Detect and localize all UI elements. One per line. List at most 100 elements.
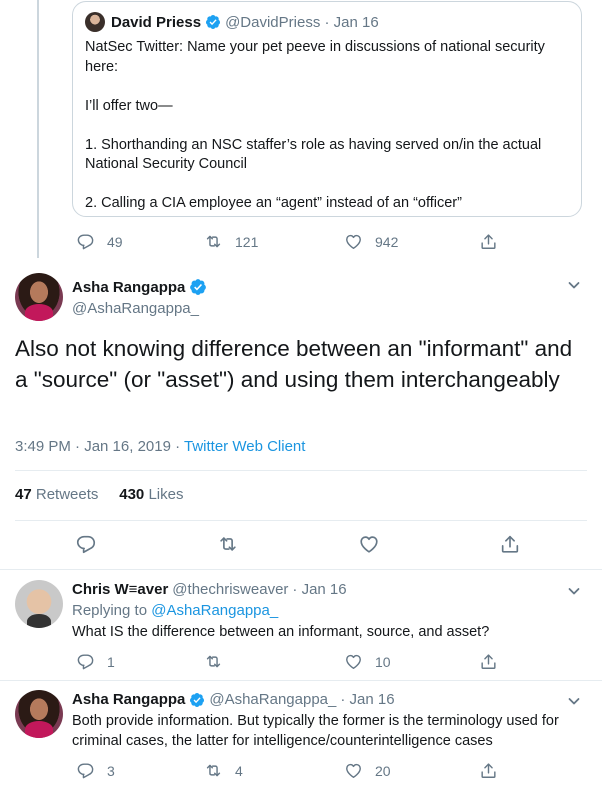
divider	[15, 470, 587, 471]
likes-stat[interactable]: 430 Likes	[119, 486, 183, 503]
reply-author-name[interactable]: Asha Rangappa	[72, 691, 185, 708]
divider	[15, 520, 587, 521]
likes-stat-label: Likes	[148, 486, 184, 503]
like-count: 10	[375, 653, 391, 670]
verified-badge-icon	[189, 278, 207, 296]
main-author-name[interactable]: Asha Rangappa	[72, 279, 185, 296]
avatar[interactable]	[15, 690, 63, 738]
quoted-tweet-text: NatSec Twitter: Name your pet peeve in d…	[85, 38, 569, 214]
like-count: 942	[375, 233, 399, 250]
like-count: 20	[375, 762, 391, 779]
heart-icon	[344, 652, 363, 671]
quoted-tweet-actions: 49 121 942	[76, 232, 496, 252]
reply-header: Asha Rangappa @AshaRangappa_ · Jan 16	[72, 691, 395, 708]
verified-badge-icon	[189, 692, 205, 708]
share-button[interactable]	[479, 761, 498, 780]
like-button[interactable]: 10	[344, 652, 391, 671]
reply-date[interactable]: · Jan 16	[292, 581, 346, 598]
replying-to-line: Replying to @AshaRangappa_	[72, 601, 572, 621]
quoted-author-handle[interactable]: @DavidPriess	[225, 14, 320, 31]
reply-button[interactable]: 49	[76, 232, 123, 251]
quoted-date-separator: ·	[320, 13, 334, 31]
reply-actions: 1 10	[76, 652, 496, 672]
quoted-author-name[interactable]: David Priess	[111, 14, 201, 31]
quoted-tweet-card[interactable]: David Priess @DavidPriess · Jan 16 NatSe…	[72, 1, 582, 217]
quoted-text-line: 2. Calling a CIA employee an “agent” ins…	[85, 195, 462, 211]
retweet-button[interactable]: 4	[204, 761, 243, 780]
retweet-button[interactable]: 121	[204, 232, 258, 251]
share-button[interactable]	[479, 652, 498, 671]
verified-badge-icon	[205, 14, 221, 30]
share-icon	[499, 533, 521, 555]
share-icon	[479, 761, 498, 780]
reply-count: 49	[107, 233, 123, 250]
retweet-icon	[204, 761, 223, 780]
thread-connector-line	[37, 0, 39, 258]
reply-actions: 3 4 20	[76, 761, 496, 781]
heart-icon	[344, 232, 363, 251]
avatar[interactable]	[15, 580, 63, 628]
quoted-text-line: I’ll offer two—	[85, 97, 173, 114]
engagement-stats: 47 Retweets 430 Likes	[15, 486, 183, 503]
quoted-text-line: NatSec Twitter: Name your pet peeve in d…	[85, 39, 545, 75]
quoted-tweet-header: David Priess @DavidPriess · Jan 16	[85, 12, 569, 32]
main-tweet-text: Also not knowing difference between an "…	[15, 336, 573, 392]
retweet-icon	[204, 652, 223, 671]
share-icon	[479, 232, 498, 251]
avatar[interactable]	[15, 273, 63, 321]
reply-author-handle[interactable]: @AshaRangappa_	[209, 691, 336, 708]
reply-date[interactable]: · Jan 16	[340, 691, 394, 708]
retweets-stat-count: 47	[15, 486, 32, 503]
reply-text: Both provide information. But typically …	[72, 713, 559, 749]
main-author-handle[interactable]: @AshaRangappa_	[72, 300, 199, 317]
chevron-down-icon[interactable]	[567, 278, 581, 292]
reply-button[interactable]	[75, 533, 97, 555]
main-tweet-actions	[75, 533, 525, 557]
retweets-stat-label: Retweets	[35, 486, 99, 503]
replying-to-label: Replying to	[72, 602, 152, 619]
retweet-button[interactable]	[204, 652, 235, 671]
reply-icon	[76, 652, 95, 671]
quoted-tweet-date[interactable]: Jan 16	[334, 14, 379, 31]
chevron-down-icon[interactable]	[567, 584, 581, 598]
replying-to-handle[interactable]: @AshaRangappa_	[151, 602, 278, 619]
main-author-name-row: Asha Rangappa	[72, 278, 211, 296]
retweet-count: 121	[235, 233, 259, 250]
share-icon	[479, 652, 498, 671]
likes-stat-count: 430	[119, 486, 145, 503]
reply-button[interactable]: 1	[76, 652, 115, 671]
retweet-icon	[204, 232, 223, 251]
reply-author-name[interactable]: Chris W≡aver	[72, 581, 168, 598]
reply-icon	[75, 533, 97, 555]
main-tweet-meta: 3:49 PM · Jan 16, 2019 · Twitter Web Cli…	[15, 438, 305, 455]
retweet-button[interactable]	[217, 533, 239, 555]
quoted-author-avatar[interactable]	[85, 12, 105, 32]
main-tweet-timestamp[interactable]: 3:49 PM · Jan 16, 2019 ·	[15, 438, 184, 455]
quoted-text-line: 1. Shorthanding an NSC staffer’s role as…	[85, 136, 542, 173]
share-button[interactable]	[479, 232, 498, 251]
quoted-text-gap	[85, 77, 569, 97]
reply-text: What IS the difference between an inform…	[72, 624, 490, 640]
chevron-down-icon[interactable]	[567, 694, 581, 708]
share-button[interactable]	[499, 533, 521, 555]
quoted-text-gap	[85, 175, 569, 195]
retweets-stat[interactable]: 47 Retweets	[15, 486, 98, 503]
like-button[interactable]	[358, 533, 380, 555]
reply-author-handle[interactable]: @thechrisweaver	[172, 581, 288, 598]
retweet-icon	[217, 533, 239, 555]
like-button[interactable]: 20	[344, 761, 391, 780]
retweet-count: 4	[235, 762, 243, 779]
reply-count: 3	[107, 762, 115, 779]
main-tweet-client[interactable]: Twitter Web Client	[184, 438, 305, 455]
reply-count: 1	[107, 653, 115, 670]
divider	[0, 569, 602, 570]
quoted-text-gap	[85, 116, 569, 136]
divider	[0, 680, 602, 681]
heart-icon	[358, 533, 380, 555]
like-button[interactable]: 942	[344, 232, 398, 251]
heart-icon	[344, 761, 363, 780]
reply-button[interactable]: 3	[76, 761, 115, 780]
reply-icon	[76, 761, 95, 780]
reply-header: Chris W≡aver @thechrisweaver · Jan 16	[72, 581, 347, 598]
reply-icon	[76, 232, 95, 251]
